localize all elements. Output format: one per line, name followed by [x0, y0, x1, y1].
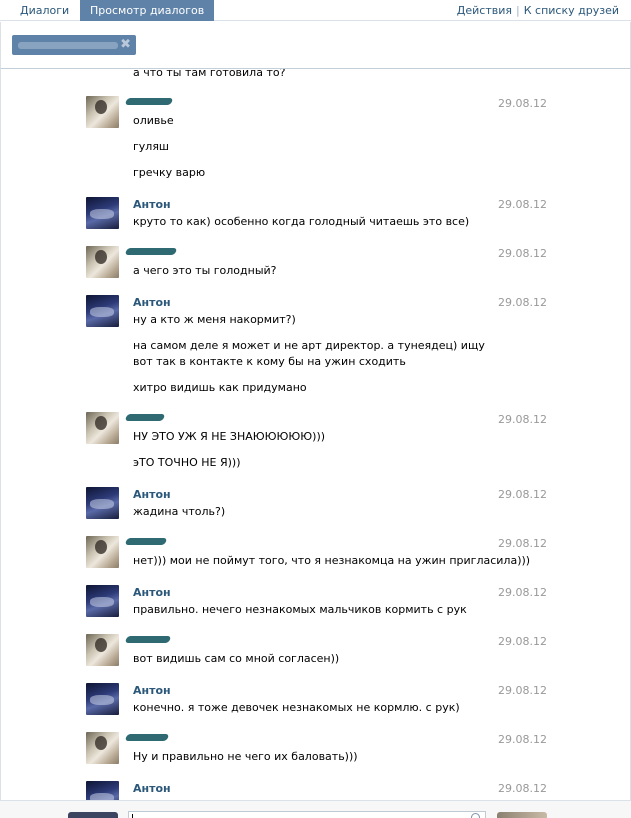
text-caret	[132, 814, 133, 818]
avatar[interactable]	[86, 295, 119, 327]
nav-links: Действия | К списку друзей	[457, 0, 619, 21]
message-date: 29.08.12	[498, 782, 547, 795]
message-input[interactable]	[128, 811, 486, 818]
message-date: 29.08.12	[498, 488, 547, 501]
message-item: а что ты там готовила то?	[86, 68, 556, 85]
message-item: 29.08.12 Ну и правильно не чего их балов…	[86, 732, 556, 772]
message-text: гречку варю	[133, 166, 206, 179]
message-date: 29.08.12	[498, 684, 547, 697]
recipient-bar: ✖	[0, 22, 631, 68]
author-name[interactable]: Антон	[133, 782, 171, 795]
message-item: Антон 29.08.12 конечно. я тоже девочек н…	[86, 683, 556, 723]
message-date: 29.08.12	[498, 733, 547, 746]
message-item: Антон 29.08.12 правильно. нечего незнако…	[86, 585, 556, 625]
message-text: гуляш	[133, 140, 170, 153]
message-item: Антон 29.08.12	[86, 781, 556, 800]
message-text: конечно. я тоже девочек незнакомых не ко…	[133, 701, 460, 714]
avatar[interactable]	[86, 536, 119, 568]
message-item: Антон 29.08.12 круто то как) особенно ко…	[86, 197, 556, 237]
message-text: круто то как) особенно когда голодный чи…	[133, 215, 470, 228]
author-name[interactable]: Антон	[133, 586, 171, 599]
recipient-name-redacted	[18, 42, 118, 49]
message-text: нет))) мои не поймут того, что я незнако…	[133, 554, 531, 567]
nav-separator: |	[516, 4, 520, 17]
tab-view-dialogs[interactable]: Просмотр диалогов	[80, 0, 215, 21]
message-text: хитро видишь как придумано	[133, 381, 307, 394]
message-text: а чего это ты голодный?	[133, 264, 277, 277]
message-text: а что ты там готовила то?	[133, 68, 286, 79]
actions-link[interactable]: Действия	[457, 4, 512, 17]
my-avatar	[68, 812, 118, 818]
avatar[interactable]	[86, 781, 119, 800]
message-item: 29.08.12 а чего это ты голодный?	[86, 246, 556, 286]
message-date: 29.08.12	[498, 635, 547, 648]
avatar[interactable]	[86, 732, 119, 764]
message-text: вот видишь сам со мной согласен))	[133, 652, 340, 665]
avatar[interactable]	[86, 96, 119, 128]
message-text: оливье	[133, 114, 174, 127]
message-date: 29.08.12	[498, 247, 547, 260]
message-date: 29.08.12	[498, 296, 547, 309]
author-name[interactable]: Антон	[133, 488, 171, 501]
message-item: 29.08.12 оливье гуляш гречку варю	[86, 96, 556, 186]
message-text: ну а кто ж меня накормит?)	[133, 313, 296, 326]
message-text: на самом деле я может и не арт директор.…	[133, 339, 485, 368]
avatar[interactable]	[86, 197, 119, 229]
author-name[interactable]: Антон	[133, 296, 171, 309]
author-name[interactable]: Антон	[133, 684, 171, 697]
author-name-redacted[interactable]	[124, 636, 172, 643]
message-text: правильно. нечего незнакомых мальчиков к…	[133, 603, 467, 616]
message-text: жадина чтоль?)	[133, 505, 226, 518]
author-name-redacted[interactable]	[124, 414, 166, 421]
avatar[interactable]	[86, 683, 119, 715]
message-text: эТО ТОЧНО НЕ Я)))	[133, 456, 241, 469]
recipient-token[interactable]: ✖	[12, 35, 136, 55]
message-text: НУ ЭТО УЖ Я НЕ ЗНАЮЮЮЮЮ)))	[133, 430, 326, 443]
avatar[interactable]	[86, 585, 119, 617]
avatar[interactable]	[86, 487, 119, 519]
avatar[interactable]	[86, 412, 119, 444]
message-history[interactable]: а что ты там готовила то? 29.08.12 оливь…	[0, 68, 631, 800]
message-item: 29.08.12 вот видишь сам со мной согласен…	[86, 634, 556, 674]
friends-list-link[interactable]: К списку друзей	[524, 4, 619, 17]
smiley-icon[interactable]	[471, 813, 480, 818]
top-nav: Диалоги Просмотр диалогов Действия | К спи…	[0, 0, 631, 21]
author-name-redacted[interactable]	[124, 734, 170, 741]
message-item: Антон 29.08.12 ну а кто ж меня накормит?…	[86, 295, 556, 405]
message-item: 29.08.12 НУ ЭТО УЖ Я НЕ ЗНАЮЮЮЮЮ))) эТО …	[86, 412, 556, 476]
author-name-redacted[interactable]	[124, 98, 174, 105]
message-date: 29.08.12	[498, 537, 547, 550]
author-name-redacted[interactable]	[124, 248, 178, 255]
message-date: 29.08.12	[498, 413, 547, 426]
composer-bar	[0, 800, 631, 818]
message-date: 29.08.12	[498, 97, 547, 110]
recipient-avatar	[497, 812, 547, 818]
tab-dialogs[interactable]: Диалоги	[11, 0, 78, 21]
author-name-redacted[interactable]	[124, 538, 168, 545]
message-date: 29.08.12	[498, 198, 547, 211]
close-icon[interactable]: ✖	[120, 37, 131, 53]
author-name[interactable]: Антон	[133, 198, 171, 211]
message-date: 29.08.12	[498, 586, 547, 599]
message-item: 29.08.12 нет))) мои не поймут того, что …	[86, 536, 556, 576]
avatar[interactable]	[86, 246, 119, 278]
message-item: Антон 29.08.12 жадина чтоль?)	[86, 487, 556, 527]
message-text: Ну и правильно не чего их баловать)))	[133, 750, 358, 763]
avatar[interactable]	[86, 634, 119, 666]
